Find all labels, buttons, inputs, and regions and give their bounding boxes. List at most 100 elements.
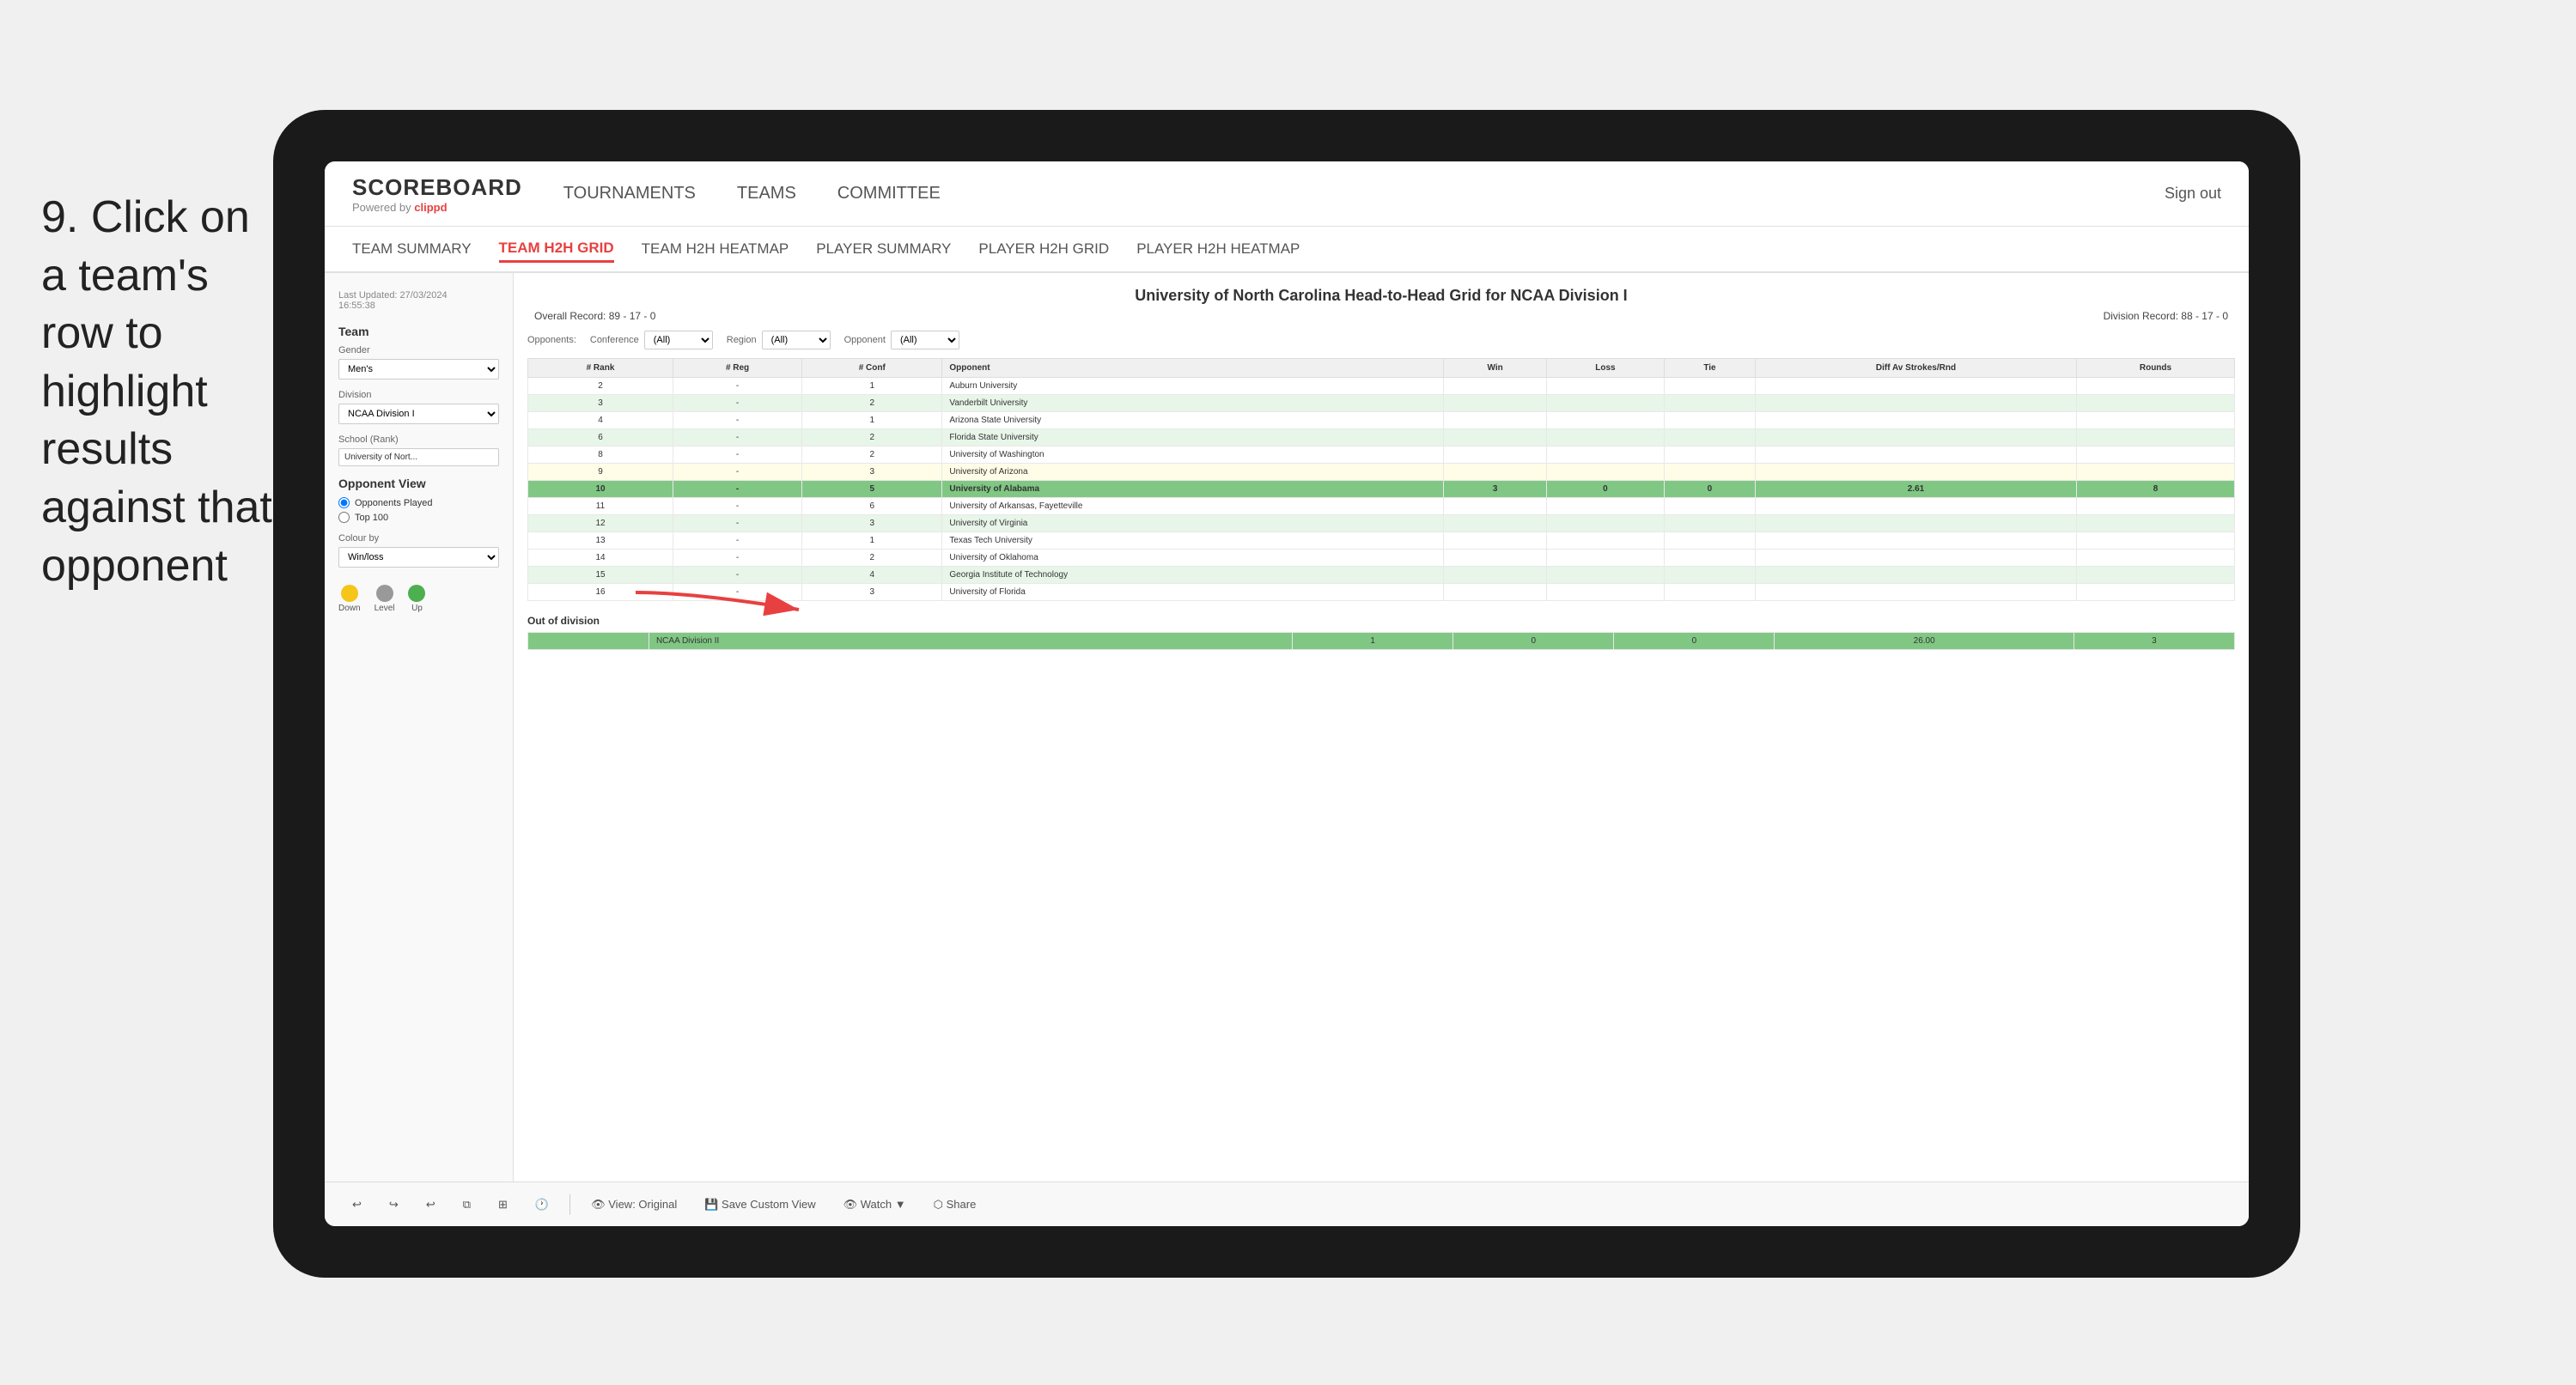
paste-button[interactable]: ⊞ bbox=[491, 1194, 515, 1215]
radio-top-100[interactable]: Top 100 bbox=[338, 512, 499, 523]
win-cell bbox=[1444, 532, 1547, 550]
conf-cell: 5 bbox=[802, 481, 942, 498]
rounds-cell bbox=[2076, 584, 2234, 601]
logo-subtitle: Powered by clippd bbox=[352, 201, 522, 214]
division-select[interactable]: NCAA Division I bbox=[338, 404, 499, 424]
col-rank: # Rank bbox=[528, 359, 673, 378]
out-of-division-header: Out of division bbox=[527, 615, 2235, 627]
table-row[interactable]: 4-1Arizona State University bbox=[528, 412, 2235, 429]
loss-cell bbox=[1546, 498, 1664, 515]
opponent-filter: Opponent (All) bbox=[844, 331, 959, 349]
reg-cell: - bbox=[673, 378, 802, 395]
tie-cell bbox=[1664, 429, 1755, 446]
share-button[interactable]: ⬡ Share bbox=[927, 1194, 984, 1215]
view-original-button[interactable]: 👁 View: Original bbox=[584, 1194, 684, 1215]
logo-area: SCOREBOARD Powered by clippd bbox=[352, 174, 522, 214]
table-row[interactable]: 8-2University of Washington bbox=[528, 446, 2235, 464]
reg-cell: - bbox=[673, 498, 802, 515]
rank-cell: 12 bbox=[528, 515, 673, 532]
table-row[interactable]: 15-4Georgia Institute of Technology bbox=[528, 567, 2235, 584]
table-row[interactable]: 9-3University of Arizona bbox=[528, 464, 2235, 481]
grid-title: University of North Carolina Head-to-Hea… bbox=[527, 287, 2235, 305]
col-win: Win bbox=[1444, 359, 1547, 378]
nav-tournaments[interactable]: TOURNAMENTS bbox=[563, 180, 696, 207]
back-button[interactable]: ↩ bbox=[419, 1194, 442, 1215]
save-custom-view-button[interactable]: 💾 Save Custom View bbox=[697, 1194, 822, 1215]
rounds-cell bbox=[2076, 429, 2234, 446]
opponent-cell: University of Washington bbox=[942, 446, 1444, 464]
tab-team-summary[interactable]: TEAM SUMMARY bbox=[352, 237, 472, 261]
tab-team-h2h-grid[interactable]: TEAM H2H GRID bbox=[499, 236, 614, 263]
rounds-cell bbox=[2076, 498, 2234, 515]
nav-committee[interactable]: COMMITTEE bbox=[837, 180, 941, 207]
reg-cell: - bbox=[673, 515, 802, 532]
table-row[interactable]: 6-2Florida State University bbox=[528, 429, 2235, 446]
conf-cell: 2 bbox=[802, 429, 942, 446]
reg-cell: - bbox=[673, 464, 802, 481]
rank-cell: 4 bbox=[528, 412, 673, 429]
out-of-division-row[interactable]: NCAA Division II 1 0 0 26.00 3 bbox=[528, 633, 2235, 650]
rounds-cell bbox=[2076, 395, 2234, 412]
up-label: Up bbox=[408, 604, 425, 613]
rank-cell: 10 bbox=[528, 481, 673, 498]
region-filter: Region (All) bbox=[727, 331, 831, 349]
colour-by-label: Colour by bbox=[338, 533, 499, 544]
logo-brand: clippd bbox=[414, 201, 447, 214]
win-cell bbox=[1444, 429, 1547, 446]
tie-cell bbox=[1664, 395, 1755, 412]
table-row[interactable]: 13-1Texas Tech University bbox=[528, 532, 2235, 550]
conference-select[interactable]: (All) bbox=[644, 331, 713, 349]
last-updated: Last Updated: 27/03/2024 16:55:38 bbox=[338, 290, 499, 311]
table-row[interactable]: 2-1Auburn University bbox=[528, 378, 2235, 395]
tie-cell bbox=[1664, 464, 1755, 481]
col-reg: # Reg bbox=[673, 359, 802, 378]
opponent-select[interactable]: (All) bbox=[891, 331, 959, 349]
nav-teams[interactable]: TEAMS bbox=[737, 180, 796, 207]
table-row[interactable]: 11-6University of Arkansas, Fayetteville bbox=[528, 498, 2235, 515]
conf-cell: 4 bbox=[802, 567, 942, 584]
table-row[interactable]: 12-3University of Virginia bbox=[528, 515, 2235, 532]
col-tie: Tie bbox=[1664, 359, 1755, 378]
down-dot bbox=[341, 585, 358, 602]
win-cell bbox=[1444, 464, 1547, 481]
win-cell: 3 bbox=[1444, 481, 1547, 498]
tab-player-h2h-heatmap[interactable]: PLAYER H2H HEATMAP bbox=[1136, 237, 1300, 261]
rounds-cell bbox=[2076, 567, 2234, 584]
gender-select[interactable]: Men's bbox=[338, 359, 499, 380]
undo-button[interactable]: ↩ bbox=[345, 1194, 368, 1215]
copy-button[interactable]: ⧉ bbox=[456, 1194, 478, 1215]
tab-player-h2h-grid[interactable]: PLAYER H2H GRID bbox=[978, 237, 1109, 261]
tab-player-summary[interactable]: PLAYER SUMMARY bbox=[816, 237, 951, 261]
clock-button[interactable]: 🕐 bbox=[528, 1194, 556, 1215]
opponent-cell: University of Arizona bbox=[942, 464, 1444, 481]
reg-cell: - bbox=[673, 395, 802, 412]
opponent-cell: University of Virginia bbox=[942, 515, 1444, 532]
table-row[interactable]: 16-3University of Florida bbox=[528, 584, 2235, 601]
loss-cell bbox=[1546, 584, 1664, 601]
rank-cell: 15 bbox=[528, 567, 673, 584]
table-row[interactable]: 14-2University of Oklahoma bbox=[528, 550, 2235, 567]
diff-cell bbox=[1756, 378, 2077, 395]
win-cell bbox=[1444, 515, 1547, 532]
radio-opponents-played[interactable]: Opponents Played bbox=[338, 497, 499, 508]
diff-cell bbox=[1756, 567, 2077, 584]
main-content: Last Updated: 27/03/2024 16:55:38 Team G… bbox=[325, 273, 2249, 1182]
opponent-cell: Vanderbilt University bbox=[942, 395, 1444, 412]
redo-button[interactable]: ↪ bbox=[382, 1194, 405, 1215]
col-loss: Loss bbox=[1546, 359, 1664, 378]
col-opponent: Opponent bbox=[942, 359, 1444, 378]
table-row[interactable]: 10-5University of Alabama3002.618 bbox=[528, 481, 2235, 498]
loss-cell bbox=[1546, 446, 1664, 464]
rounds-cell bbox=[2076, 378, 2234, 395]
colour-by-select[interactable]: Win/loss bbox=[338, 547, 499, 568]
table-row[interactable]: 3-2Vanderbilt University bbox=[528, 395, 2235, 412]
region-select[interactable]: (All) bbox=[762, 331, 831, 349]
sign-out-link[interactable]: Sign out bbox=[2165, 185, 2221, 203]
rounds-cell bbox=[2076, 446, 2234, 464]
tab-team-h2h-heatmap[interactable]: TEAM H2H HEATMAP bbox=[642, 237, 789, 261]
loss-cell bbox=[1546, 464, 1664, 481]
level-dot bbox=[376, 585, 393, 602]
watch-button[interactable]: 👁 Watch ▼ bbox=[837, 1194, 913, 1215]
grid-area: University of North Carolina Head-to-Hea… bbox=[514, 273, 2249, 1182]
diff-cell: 2.61 bbox=[1756, 481, 2077, 498]
